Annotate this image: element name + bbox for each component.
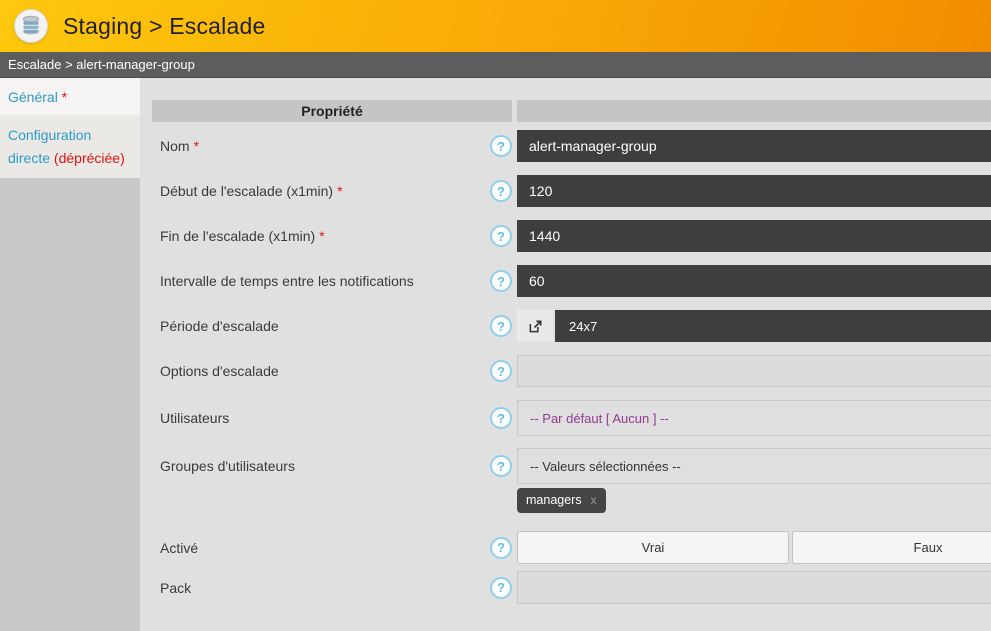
required-mark: * (194, 138, 199, 154)
field-label-pack: Pack (152, 580, 490, 596)
open-timeperiod-button[interactable] (517, 310, 553, 342)
logo-circle (14, 9, 48, 43)
help-icon[interactable]: ? (490, 537, 512, 559)
vrai-button[interactable]: Vrai (517, 531, 789, 564)
form-row-pack: Pack ? (152, 571, 991, 604)
nom-input[interactable]: alert-manager-group (517, 130, 991, 162)
form-row-periode: Période d'escalade ? 24x7 (152, 310, 991, 342)
form-row-debut-escalade: Début de l'escalade (x1min)* ? 120 (152, 175, 991, 207)
debut-escalade-input[interactable]: 120 (517, 175, 991, 207)
help-icon[interactable]: ? (490, 180, 512, 202)
required-mark: * (337, 183, 342, 199)
form-row-nom: Nom* ? alert-manager-group (152, 130, 991, 162)
form-row-utilisateurs: Utilisateurs ? -- Par défaut [ Aucun ] -… (152, 400, 991, 436)
selected-groups: managers x (517, 488, 991, 513)
breadcrumb: Escalade > alert-manager-group (0, 52, 991, 78)
intervalle-input[interactable]: 60 (517, 265, 991, 297)
breadcrumb-text: Escalade > alert-manager-group (8, 57, 195, 72)
field-label-active: Activé (152, 540, 490, 556)
pack-input[interactable] (517, 571, 991, 604)
field-label-utilisateurs: Utilisateurs (152, 410, 490, 426)
form-row-options: Options d'escalade ? (152, 355, 991, 387)
page-title: Staging > Escalade (63, 13, 265, 40)
fin-escalade-input[interactable]: 1440 (517, 220, 991, 252)
help-icon[interactable]: ? (490, 407, 512, 429)
field-label-periode: Période d'escalade (152, 318, 490, 334)
help-icon[interactable]: ? (490, 360, 512, 382)
value-column-header (517, 100, 991, 122)
help-icon[interactable]: ? (490, 225, 512, 247)
app-header: Staging > Escalade (0, 0, 991, 52)
field-label-intervalle: Intervalle de temps entre les notificati… (152, 273, 490, 289)
property-column-header: Propriété (152, 100, 512, 122)
periode-select[interactable]: 24x7 (555, 310, 991, 342)
tab-general[interactable]: Général * (0, 78, 140, 115)
tag-managers[interactable]: managers x (517, 488, 606, 513)
table-header: Propriété (152, 100, 991, 122)
content: Général * Configuration directe (dépréci… (0, 78, 991, 631)
tab-general-label: Général (8, 89, 58, 105)
tab-configuration-directe[interactable]: Configuration directe (dépréciée) (0, 115, 140, 178)
groupes-select[interactable]: -- Valeurs sélectionnées -- (517, 448, 991, 484)
help-icon[interactable]: ? (490, 315, 512, 337)
help-icon[interactable]: ? (490, 135, 512, 157)
form-row-fin-escalade: Fin de l'escalade (x1min)* ? 1440 (152, 220, 991, 252)
required-mark: * (319, 228, 324, 244)
help-icon[interactable]: ? (490, 455, 512, 477)
database-icon (21, 15, 41, 37)
help-icon[interactable]: ? (490, 270, 512, 292)
field-label-options: Options d'escalade (152, 363, 490, 379)
remove-tag-icon[interactable]: x (591, 493, 597, 507)
field-label-nom: Nom* (152, 138, 490, 154)
field-label-fin: Fin de l'escalade (x1min)* (152, 228, 490, 244)
form-row-groupes: Groupes d'utilisateurs ? -- Valeurs séle… (152, 448, 991, 484)
external-link-icon (528, 319, 543, 334)
options-escalade-input[interactable] (517, 355, 991, 387)
field-label-debut: Début de l'escalade (x1min)* (152, 183, 490, 199)
faux-button[interactable]: Faux (792, 531, 991, 564)
help-icon[interactable]: ? (490, 577, 512, 599)
field-label-groupes: Groupes d'utilisateurs (152, 458, 490, 474)
utilisateurs-select[interactable]: -- Par défaut [ Aucun ] -- (517, 400, 991, 436)
form-row-intervalle: Intervalle de temps entre les notificati… (152, 265, 991, 297)
form-row-active: Activé ? Vrai Faux (152, 531, 991, 564)
deprecated-label: (dépréciée) (54, 150, 125, 166)
sidebar: Général * Configuration directe (dépréci… (0, 78, 140, 631)
required-mark: * (62, 89, 67, 105)
form-panel: Propriété Nom* ? alert-manager-group Déb… (140, 78, 991, 631)
